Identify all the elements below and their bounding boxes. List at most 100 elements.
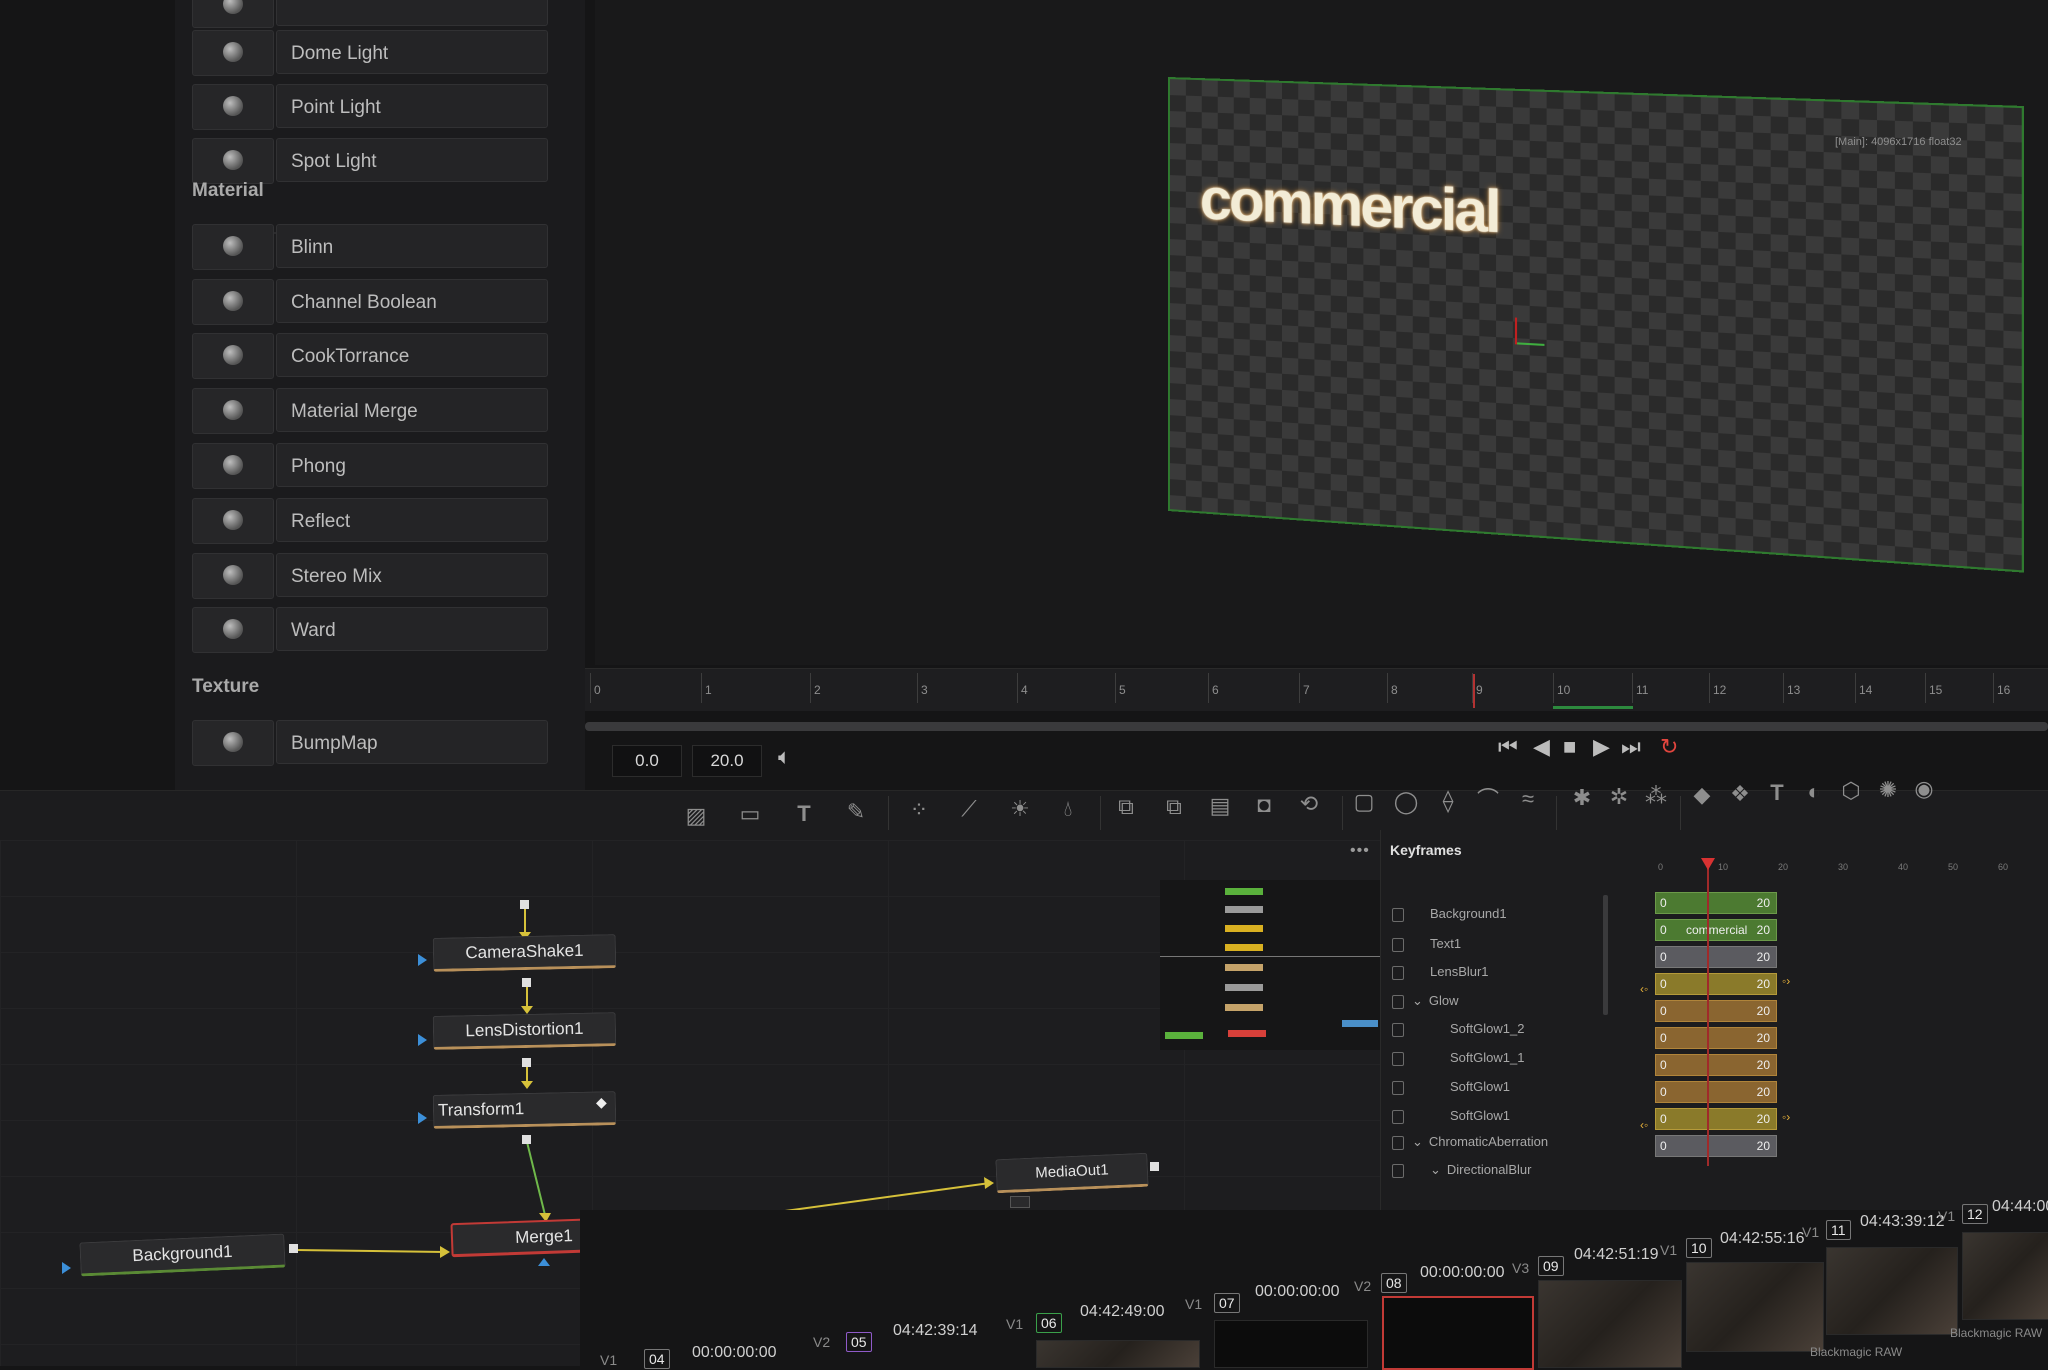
clip-number[interactable]: 08 [1381, 1273, 1407, 1293]
3d-text-icon[interactable]: T [1763, 779, 1791, 807]
chevron-down-icon[interactable]: ⌄ [1430, 1162, 1441, 1177]
brightness-tool-icon[interactable]: ☀ [1006, 795, 1034, 823]
paint-tool-icon[interactable]: ✎ [842, 798, 870, 826]
clip-number[interactable]: 06 [1036, 1313, 1062, 1333]
particle-emitter-icon[interactable]: ✱ [1568, 784, 1596, 812]
node-mediaout[interactable]: MediaOut1 [995, 1152, 1149, 1194]
particle-render-icon[interactable]: ✲ [1605, 783, 1633, 811]
lock-icon[interactable] [1392, 1080, 1404, 1095]
clip-thumbnail-selected[interactable] [1382, 1296, 1534, 1370]
effect-item-partial[interactable] [192, 0, 550, 28]
kf-bar[interactable]: 0 20 [1655, 1000, 1777, 1022]
clip-thumbnail[interactable] [1538, 1280, 1682, 1368]
play-icon[interactable]: ▶︎ [1593, 734, 1610, 760]
kf-handle-right-icon[interactable]: ◦› [1782, 974, 1790, 988]
clip-thumbnail[interactable] [1036, 1340, 1200, 1368]
effect-item-cooktorrance[interactable]: CookTorrance [192, 333, 550, 379]
effect-item-ward[interactable]: Ward [192, 607, 550, 653]
3d-camera-icon[interactable]: ◐ [1800, 778, 1828, 806]
kf-track-glow[interactable]: ⌄ Glow [1392, 993, 1459, 1013]
lock-icon[interactable] [1392, 907, 1404, 922]
kf-track-softglow1-1[interactable]: SoftGlow1_1 [1392, 1050, 1524, 1070]
lock-icon[interactable] [1392, 1135, 1404, 1150]
clip-thumbnail[interactable] [1962, 1232, 2048, 1320]
kf-bar[interactable]: 0 commercial 20 [1655, 919, 1777, 941]
global-end-time-field[interactable]: 20.0 [692, 745, 762, 777]
effect-item-blinn[interactable]: Blinn [192, 224, 550, 270]
node-view-toggle[interactable] [1010, 1196, 1030, 1208]
clip-number[interactable]: 09 [1538, 1256, 1564, 1276]
kf-track-directional-blur[interactable]: ⌄ DirectionalBlur [1392, 1162, 1531, 1182]
node-mini-map[interactable] [1160, 880, 1380, 1050]
clip-number[interactable]: 10 [1686, 1238, 1712, 1258]
bspline-mask-icon[interactable]: ⌒ [1474, 786, 1502, 814]
lock-icon[interactable] [1392, 965, 1404, 980]
kf-track-softglow1-b[interactable]: SoftGlow1 [1392, 1108, 1510, 1128]
color-curves-tool-icon[interactable]: ⟋ [955, 795, 983, 823]
kf-track-scrollbar[interactable] [1603, 895, 1608, 1015]
time-range-scrollbar[interactable] [585, 722, 2048, 731]
lock-icon[interactable] [1392, 1022, 1404, 1037]
node-output-pin[interactable] [522, 1058, 531, 1067]
kf-playhead-handle[interactable] [1701, 858, 1715, 870]
effect-item-material-merge[interactable]: Material Merge [192, 388, 550, 434]
global-start-time-field[interactable]: 0.0 [612, 745, 682, 777]
effect-item-channel-boolean[interactable]: Channel Boolean [192, 279, 550, 325]
kf-track-text1[interactable]: Text1 [1392, 936, 1461, 956]
kf-handle-right-icon[interactable]: ◦› [1782, 1110, 1790, 1124]
background-tool-icon[interactable]: ▨ [682, 802, 710, 830]
node-lensdistortion[interactable]: LensDistortion1 [432, 1012, 617, 1050]
effect-item-stereo-mix[interactable]: Stereo Mix [192, 553, 550, 599]
clip-number[interactable]: 12 [1962, 1204, 1988, 1224]
time-ruler[interactable]: 0 1 2 3 4 5 6 7 8 9 10 11 12 13 14 15 16 [585, 668, 2048, 711]
node-input-triangle[interactable] [418, 1034, 427, 1046]
playhead[interactable] [1473, 674, 1475, 708]
mask-tool-icon[interactable]: ◘ [1250, 791, 1278, 819]
kf-bar[interactable]: 0 20 [1655, 973, 1777, 995]
effect-item-bumpmap[interactable]: BumpMap [192, 720, 550, 766]
clip-number[interactable]: 05 [846, 1332, 872, 1352]
effect-item-reflect[interactable]: Reflect [192, 498, 550, 544]
lock-icon[interactable] [1392, 994, 1404, 1009]
go-to-end-icon[interactable]: ⏭︎ [1621, 734, 1641, 760]
effect-item-phong[interactable]: Phong [192, 443, 550, 489]
matte-tool-icon[interactable]: ▤ [1206, 792, 1234, 820]
kf-bar[interactable]: 0 20 [1655, 946, 1777, 968]
clip-thumbnail[interactable] [1686, 1262, 1824, 1352]
polygon-mask-icon[interactable]: ⟠ [1434, 787, 1462, 815]
node-transform[interactable]: Transform1 [432, 1091, 617, 1129]
text-tool-icon[interactable]: T [790, 800, 818, 828]
3d-merge-icon[interactable]: ❖ [1726, 780, 1754, 808]
step-back-icon[interactable]: ◀︎ [1533, 734, 1550, 760]
image-plane-tool-icon[interactable]: ▭ [736, 800, 764, 828]
kf-bar[interactable]: 0 20 [1655, 1027, 1777, 1049]
node-camerashake[interactable]: CameraShake1 [432, 934, 617, 972]
kf-bar[interactable]: 0 20 [1655, 1081, 1777, 1103]
kf-handle-left-icon[interactable]: ‹◦ [1640, 1118, 1648, 1132]
clip-thumbnail[interactable] [1214, 1320, 1368, 1368]
lock-icon[interactable] [1392, 1163, 1404, 1178]
kf-bar[interactable]: 0 20 [1655, 1054, 1777, 1076]
node-input-triangle[interactable] [62, 1262, 71, 1274]
3d-shape-icon[interactable]: ◆ [1688, 781, 1716, 809]
node-output-pin[interactable] [522, 978, 531, 987]
effect-item-point-light[interactable]: Point Light [192, 84, 550, 130]
transform-axis-x[interactable] [1517, 342, 1545, 346]
ellipse-mask-icon[interactable]: ◯ [1392, 788, 1420, 816]
particles-tool-icon[interactable]: ⁘ [905, 796, 933, 824]
transform-tool-icon[interactable]: ⟲ [1295, 790, 1323, 818]
3d-cube-icon[interactable]: ⬡ [1837, 777, 1865, 805]
clip-thumbnail[interactable] [1826, 1247, 1958, 1335]
node-input-triangle[interactable] [418, 1112, 427, 1124]
node-output-pin[interactable] [522, 1135, 531, 1144]
kf-track-background1[interactable]: Background1 [1392, 906, 1507, 926]
lock-icon[interactable] [1392, 1109, 1404, 1124]
3d-light-icon[interactable]: ✺ [1874, 776, 1902, 804]
3d-renderer-icon[interactable]: ◉ [1910, 775, 1938, 803]
merge-tool-icon[interactable]: ⧉ [1112, 793, 1140, 821]
lock-icon[interactable] [1392, 1051, 1404, 1066]
kf-bar[interactable]: 0 20 [1655, 892, 1777, 914]
kf-bar[interactable]: 0 20 [1655, 1135, 1777, 1157]
more-options-icon[interactable]: ••• [1350, 842, 1370, 860]
node-output-pin[interactable] [1150, 1162, 1159, 1171]
